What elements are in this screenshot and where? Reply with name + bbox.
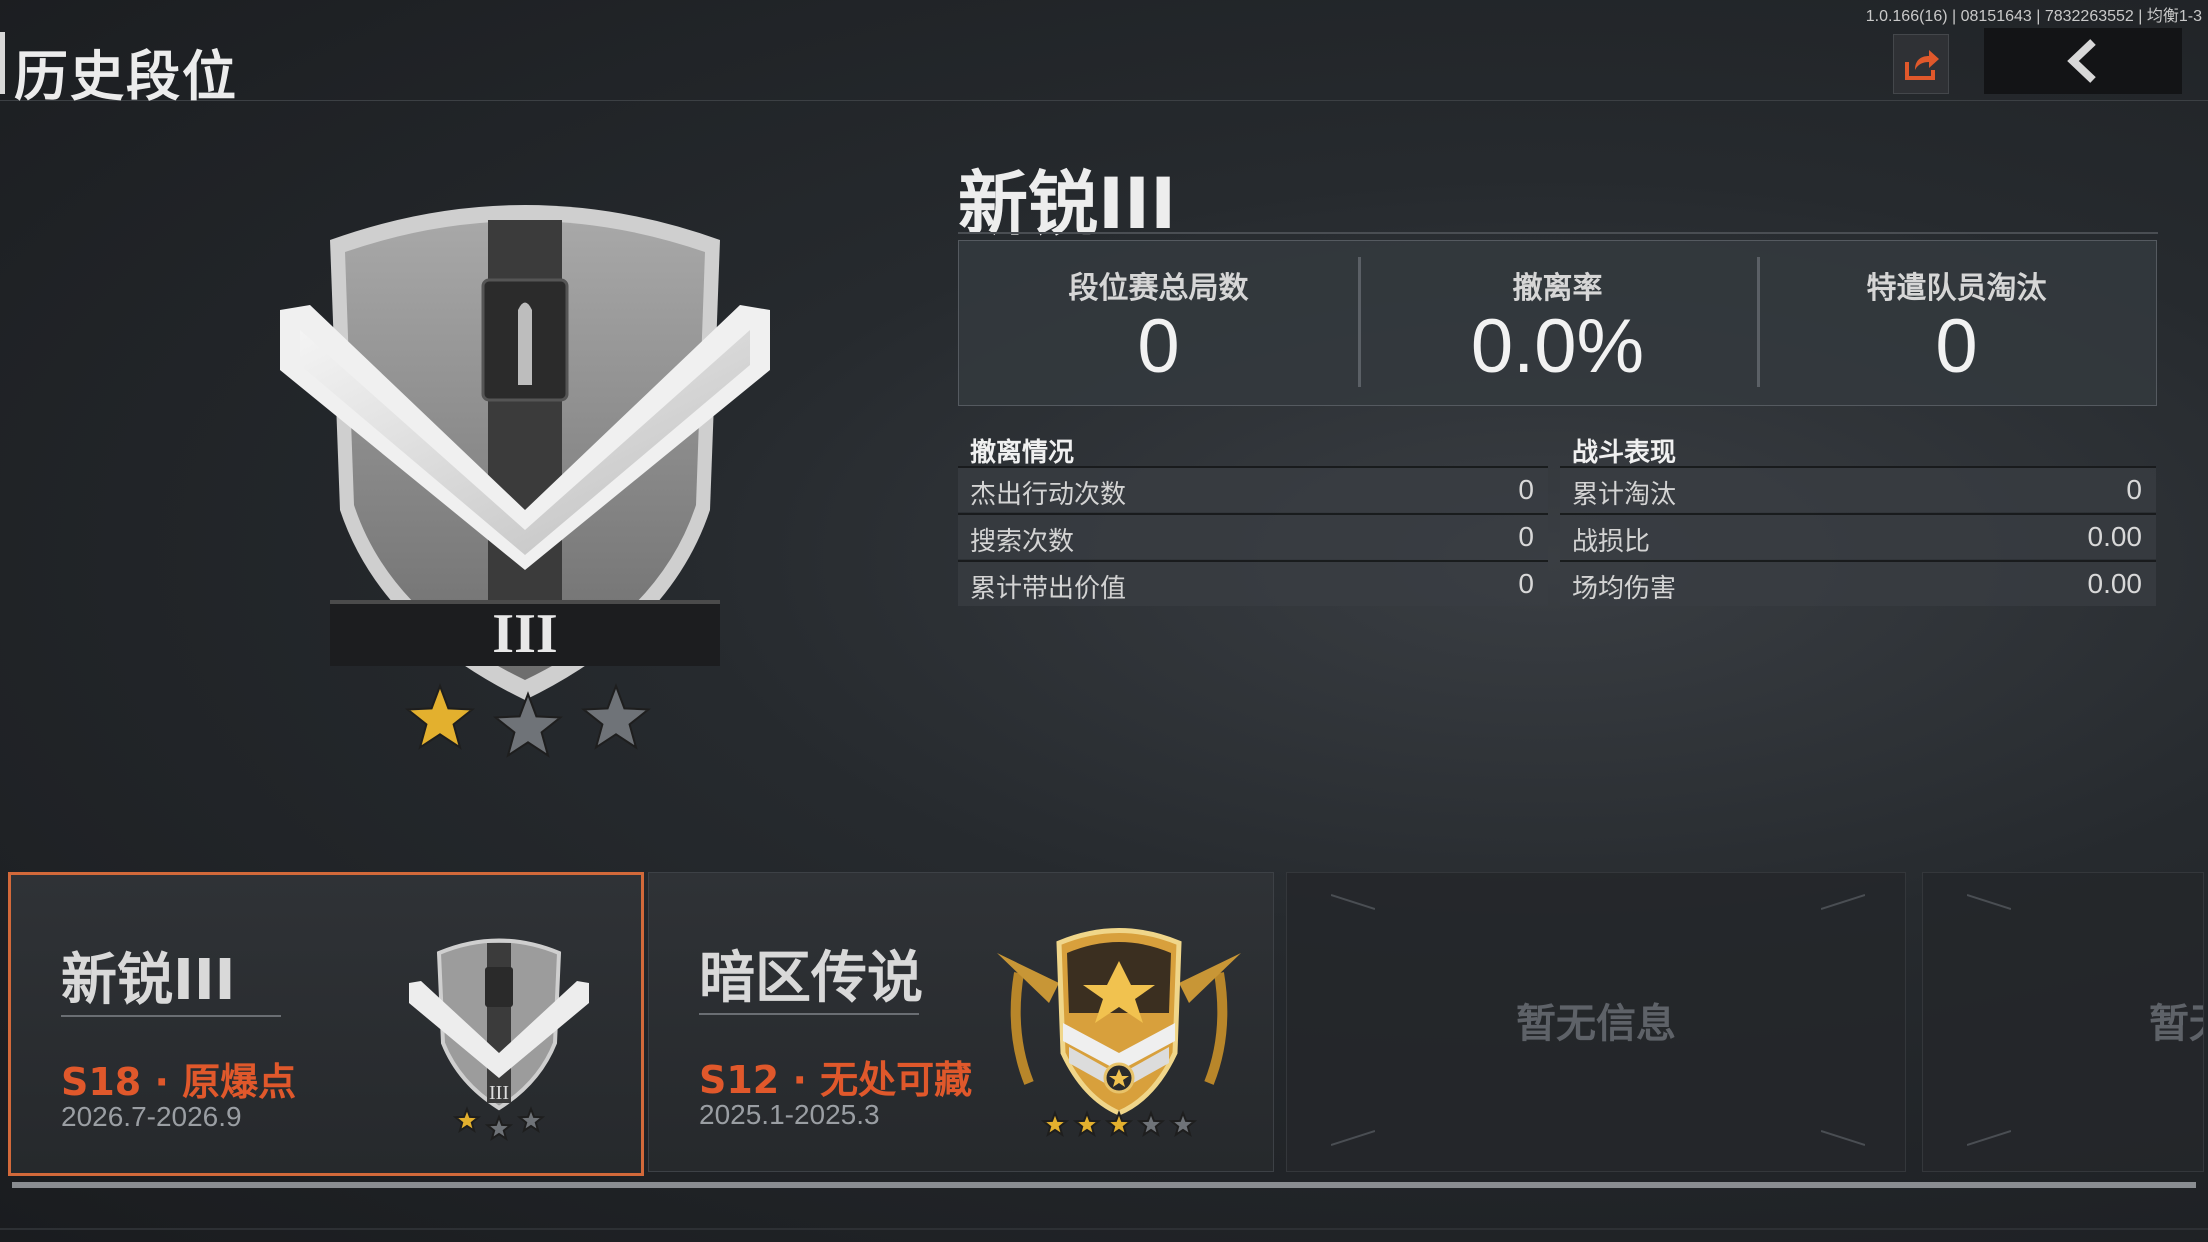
combat-row: 累计淘汰 0 [1560,466,2156,512]
season-card-empty: 暂无信息 [1922,872,2204,1172]
star-empty-icon [580,683,652,750]
share-button[interactable] [1893,34,1949,94]
season-list-scroll-thumb[interactable] [12,1182,2196,1188]
season-card-s12[interactable]: 暗区传说 S12 · 无处可藏 2025.1-2025.3 [648,872,1274,1172]
season-rank-emblem: III [399,923,599,1147]
season-name: S12 · 无处可藏 [699,1058,973,1102]
emblem-tier-numeral: III [492,603,557,665]
empty-state-text: 暂无信息 [1516,1001,1676,1047]
corner-mark [1331,894,1375,910]
stat-evac-rate: 撤离率 0.0% [1358,241,1757,405]
season-card-divider [61,1015,281,1017]
stat-value: 0 [1935,304,1978,389]
row-value: 0.00 [2087,568,2143,599]
season-rank-name: 暗区传说 [699,946,923,1011]
star-filled-icon [1104,1110,1134,1138]
row-label: 战损比 [1572,527,1651,557]
combat-row: 场均伤害 0.00 [1560,560,2156,606]
stats-summary: 段位赛总局数 0 撤离率 0.0% 特遣队员淘汰 0 [958,240,2157,406]
star-empty-icon [1136,1110,1166,1138]
star-empty-icon [516,1106,546,1134]
top-bar: 历史段位 [0,18,2208,108]
row-label: 杰出行动次数 [970,480,1127,510]
season-card-empty: 暂无信息 [1286,872,1906,1172]
star-empty-icon [1168,1110,1198,1138]
row-value: 0 [2126,474,2142,505]
star-filled-icon [1072,1110,1102,1138]
row-label: 累计淘汰 [1572,480,1677,510]
corner-mark [1821,1130,1865,1146]
season-card-s18[interactable]: 新锐III S18 · 原爆点 2026.7-2026.9 III [8,872,644,1176]
corner-mark [1821,894,1865,910]
evac-row: 杰出行动次数 0 [958,466,1548,512]
corner-mark [1331,1130,1375,1146]
title-divider [958,232,2158,234]
share-icon [1905,50,1939,80]
stat-label: 段位赛总局数 [1068,271,1249,306]
star-filled-icon [1040,1110,1070,1138]
season-dates: 2025.1-2025.3 [699,1099,880,1130]
combat-row: 战损比 0.00 [1560,513,2156,559]
row-value: 0.00 [2087,521,2143,552]
evacuation-section-title: 撤离情况 [970,438,1075,468]
season-rank-name: 新锐III [61,948,236,1013]
emblem-tier-numeral: III [489,1082,509,1104]
star-empty-icon [484,1114,514,1142]
row-label: 搜索次数 [970,527,1075,557]
chevron-left-icon [2067,39,2096,83]
stat-label: 特遣队员淘汰 [1866,271,2047,306]
season-rank-emblem [989,913,1249,1157]
corner-mark [1967,894,2011,910]
combat-section-title: 战斗表现 [1572,438,1677,468]
season-name: S18 · 原爆点 [61,1060,297,1104]
stat-value: 0.0% [1470,304,1645,389]
corner-mark [1967,1130,2011,1146]
current-rank-emblem: III [270,180,780,780]
stat-total-matches: 段位赛总局数 0 [959,241,1358,405]
season-card-divider [699,1013,919,1015]
star-empty-icon [492,691,564,758]
stat-operator-kills: 特遣队员淘汰 0 [1757,241,2156,405]
page-title: 历史段位 [14,45,238,108]
row-value: 0 [1518,474,1534,505]
evac-row: 累计带出价值 0 [958,560,1548,606]
evac-row: 搜索次数 0 [958,513,1548,559]
season-list-scrollbar[interactable] [12,1182,2196,1188]
star-filled-icon [452,1106,482,1134]
title-accent-bar [0,32,5,94]
stat-label: 撤离率 [1512,271,1603,306]
empty-state-text: 暂无信息 [2149,1001,2203,1047]
row-label: 场均伤害 [1572,574,1677,604]
season-dates: 2026.7-2026.9 [61,1101,242,1132]
stat-value: 0 [1137,304,1180,389]
row-value: 0 [1518,521,1534,552]
back-button[interactable] [1984,28,2182,94]
bottom-divider [0,1228,2208,1230]
row-value: 0 [1518,568,1534,599]
star-filled-icon [404,683,476,750]
row-label: 累计带出价值 [970,574,1127,604]
